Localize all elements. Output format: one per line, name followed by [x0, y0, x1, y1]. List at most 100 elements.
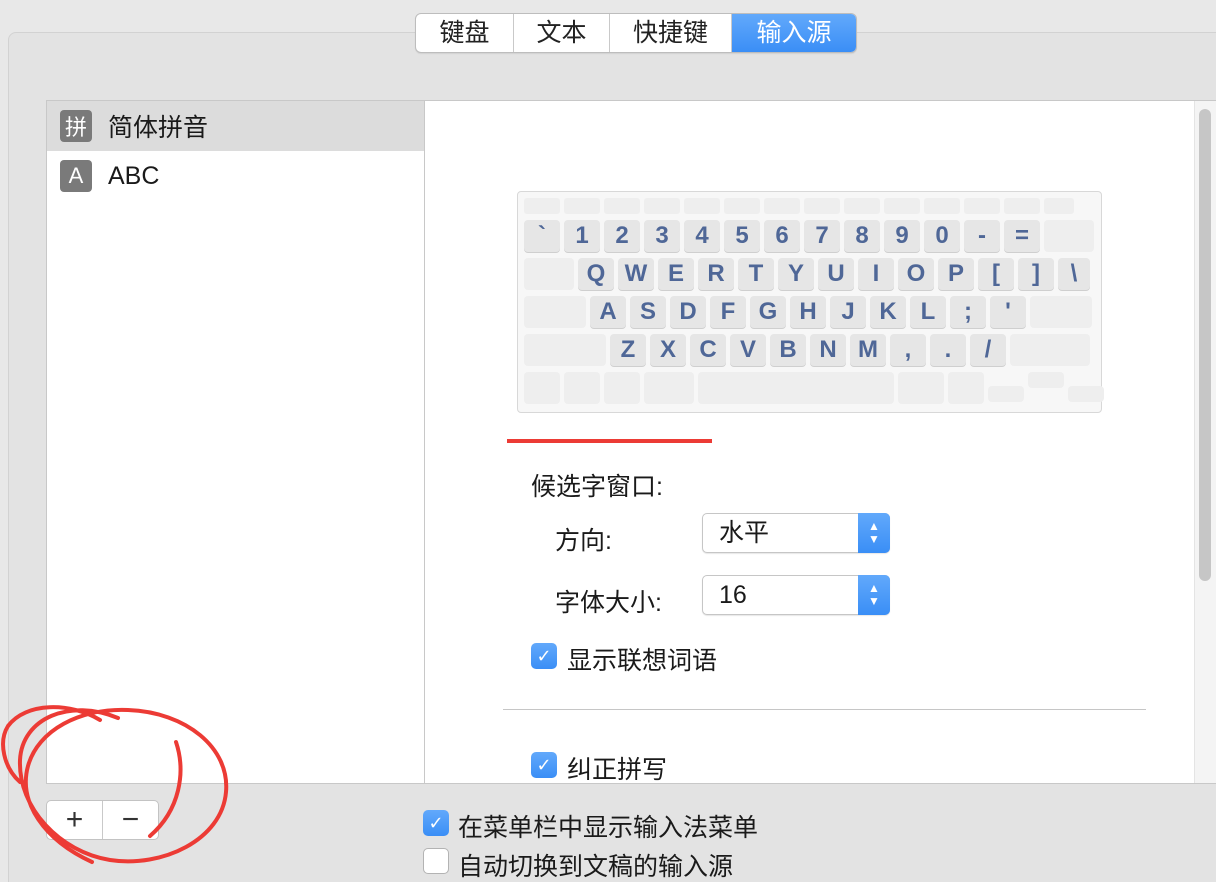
left-shift-key [524, 334, 606, 366]
fn-key [524, 372, 560, 404]
arrow-left-key [988, 386, 1024, 402]
key: ] [1018, 258, 1054, 290]
key: B [770, 334, 806, 366]
function-key [764, 198, 800, 214]
direction-value: 水平 [719, 519, 770, 547]
function-key [644, 198, 680, 214]
correct-spelling-checkbox[interactable]: ✓ [531, 752, 557, 778]
modifier-key-row [524, 372, 1104, 404]
key: 4 [684, 220, 720, 252]
tab-input-sources[interactable]: 输入源 [732, 14, 856, 52]
key: 3 [644, 220, 680, 252]
source-item-label: 简体拼音 [108, 114, 209, 142]
key: Q [578, 258, 614, 290]
keyboard-layout-preview: ` 1 2 3 4 5 6 7 8 9 0 - = Q W E R T Y U … [517, 191, 1104, 413]
key: 2 [604, 220, 640, 252]
key: P [938, 258, 974, 290]
key: K [870, 296, 906, 328]
right-command-key [898, 372, 944, 404]
checkmark-icon: ✓ [536, 645, 552, 666]
auto-switch-label: 自动切换到文稿的输入源 [458, 853, 734, 881]
key: Y [778, 258, 814, 290]
key: G [750, 296, 786, 328]
tab-shortcuts[interactable]: 快捷键 [610, 14, 732, 52]
source-item-abc[interactable]: A ABC [47, 151, 424, 201]
space-bar [698, 372, 894, 404]
key: 6 [764, 220, 800, 252]
key: V [730, 334, 766, 366]
tab-keyboard[interactable]: 键盘 [416, 14, 514, 52]
control-key [564, 372, 600, 404]
qwerty-key-row: Q W E R T Y U I O P [ ] \ [524, 258, 1090, 290]
key: . [930, 334, 966, 366]
key: H [790, 296, 826, 328]
key: S [630, 296, 666, 328]
key: 8 [844, 220, 880, 252]
key: 0 [924, 220, 960, 252]
section-divider [503, 709, 1146, 710]
key: ` [524, 220, 560, 252]
function-key [1004, 198, 1040, 214]
key: 9 [884, 220, 920, 252]
function-key [844, 198, 880, 214]
input-source-detail: ` 1 2 3 4 5 6 7 8 9 0 - = Q W E R T Y U … [424, 100, 1216, 784]
key: A [590, 296, 626, 328]
scrollbar-thumb[interactable] [1199, 109, 1211, 581]
home-key-row: A S D F G H J K L ; ' [524, 296, 1092, 328]
key: / [970, 334, 1006, 366]
direction-label: 方向: [555, 527, 612, 555]
checkmark-icon: ✓ [428, 812, 444, 833]
return-key [1030, 296, 1092, 328]
key: ' [990, 296, 1026, 328]
delete-key [1044, 220, 1094, 252]
key: O [898, 258, 934, 290]
key: D [670, 296, 706, 328]
tab-bar: 键盘 文本 快捷键 输入源 [415, 13, 857, 53]
checkmark-icon: ✓ [536, 754, 552, 775]
function-key [804, 198, 840, 214]
caps-lock-key [524, 296, 586, 328]
function-key [724, 198, 760, 214]
auto-switch-checkbox[interactable] [423, 848, 449, 874]
key: N [810, 334, 846, 366]
add-remove-control: + − [46, 800, 159, 840]
key: I [858, 258, 894, 290]
direction-popup[interactable]: 水平 ▲ ▼ [702, 513, 890, 553]
function-key [524, 198, 560, 214]
key: ; [950, 296, 986, 328]
key: L [910, 296, 946, 328]
input-source-list: 拼 简体拼音 A ABC [46, 100, 424, 784]
scrollbar[interactable] [1194, 101, 1216, 783]
pinyin-source-icon: 拼 [60, 110, 92, 142]
arrow-up-key [1028, 372, 1064, 388]
key: M [850, 334, 886, 366]
key: U [818, 258, 854, 290]
key: X [650, 334, 686, 366]
number-key-row: ` 1 2 3 4 5 6 7 8 9 0 - = [524, 220, 1094, 252]
function-key [924, 198, 960, 214]
show-associated-words-checkbox[interactable]: ✓ [531, 643, 557, 669]
font-size-label: 字体大小: [555, 589, 662, 617]
show-associated-words-label: 显示联想词语 [567, 647, 718, 675]
key: E [658, 258, 694, 290]
tab-text[interactable]: 文本 [514, 14, 610, 52]
command-key [644, 372, 694, 404]
function-key [884, 198, 920, 214]
function-key [564, 198, 600, 214]
source-item-label: ABC [108, 161, 160, 190]
remove-source-button[interactable]: − [103, 801, 158, 839]
show-input-menu-checkbox[interactable]: ✓ [423, 810, 449, 836]
arrow-right-key [1068, 386, 1104, 402]
show-input-menu-label: 在菜单栏中显示输入法菜单 [458, 814, 759, 842]
candidate-window-heading: 候选字窗口: [531, 473, 663, 501]
key: , [890, 334, 926, 366]
add-source-button[interactable]: + [47, 801, 103, 839]
option-key [604, 372, 640, 404]
font-size-popup[interactable]: 16 ▲ ▼ [702, 575, 890, 615]
up-down-chevron-icon: ▲ ▼ [858, 575, 890, 615]
correct-spelling-label: 纠正拼写 [567, 756, 668, 784]
key: 7 [804, 220, 840, 252]
key: R [698, 258, 734, 290]
source-item-pinyin[interactable]: 拼 简体拼音 [47, 101, 424, 151]
key: 5 [724, 220, 760, 252]
